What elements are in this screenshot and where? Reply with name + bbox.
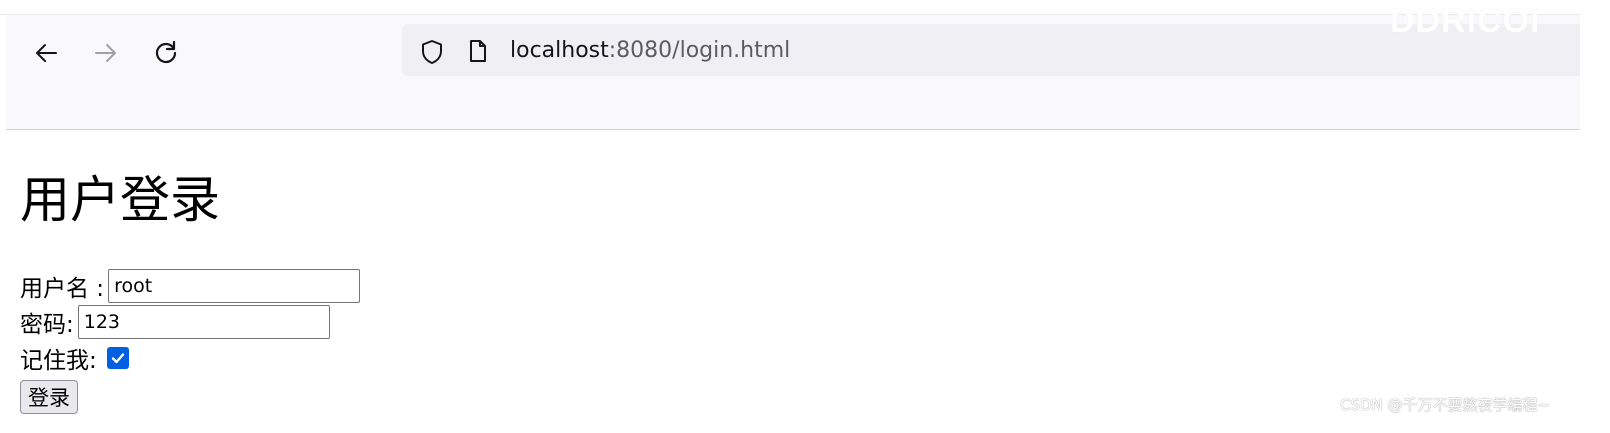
watermark-top: DDRICOI xyxy=(1390,2,1541,40)
username-row: 用户名 : xyxy=(20,268,361,304)
tab-strip xyxy=(0,0,1580,15)
watermark-bottom: CSDN @千万不要熬夜学编程~ xyxy=(1340,396,1551,414)
reload-button[interactable] xyxy=(148,35,184,71)
navigation-toolbar: localhost:8080/login.html xyxy=(6,15,1580,130)
login-form: 用户名 : 密码: 记住我: 登录 xyxy=(20,268,361,414)
checkmark-icon xyxy=(111,353,124,364)
arrow-right-icon xyxy=(95,44,116,62)
url-text[interactable]: localhost:8080/login.html xyxy=(510,38,790,64)
page-title: 用户登录 xyxy=(20,171,220,229)
password-input[interactable] xyxy=(77,305,330,339)
remember-label: 记住我: xyxy=(20,348,97,374)
password-label: 密码: xyxy=(20,312,74,338)
forward-button[interactable] xyxy=(88,35,124,71)
remember-checkbox[interactable] xyxy=(106,347,129,369)
login-button[interactable]: 登录 xyxy=(20,380,78,414)
arrow-left-icon xyxy=(36,44,57,62)
page-content: 用户登录 用户名 : 密码: 记住我: 登录 CSDN @千万不要熬夜学编程~ xyxy=(0,132,1610,433)
browser-chrome: localhost:8080/login.html DDRICOI xyxy=(0,0,1610,132)
username-input[interactable] xyxy=(108,269,361,303)
reload-icon xyxy=(155,40,177,64)
password-row: 密码: xyxy=(20,304,360,340)
back-button[interactable] xyxy=(28,35,64,71)
remember-row: 记住我: xyxy=(20,340,360,376)
url-path: :8080/login.html xyxy=(608,38,791,63)
username-label: 用户名 : xyxy=(20,276,105,302)
url-host: localhost xyxy=(510,38,609,63)
shield-icon[interactable] xyxy=(420,39,444,69)
page-icon[interactable] xyxy=(468,38,488,68)
